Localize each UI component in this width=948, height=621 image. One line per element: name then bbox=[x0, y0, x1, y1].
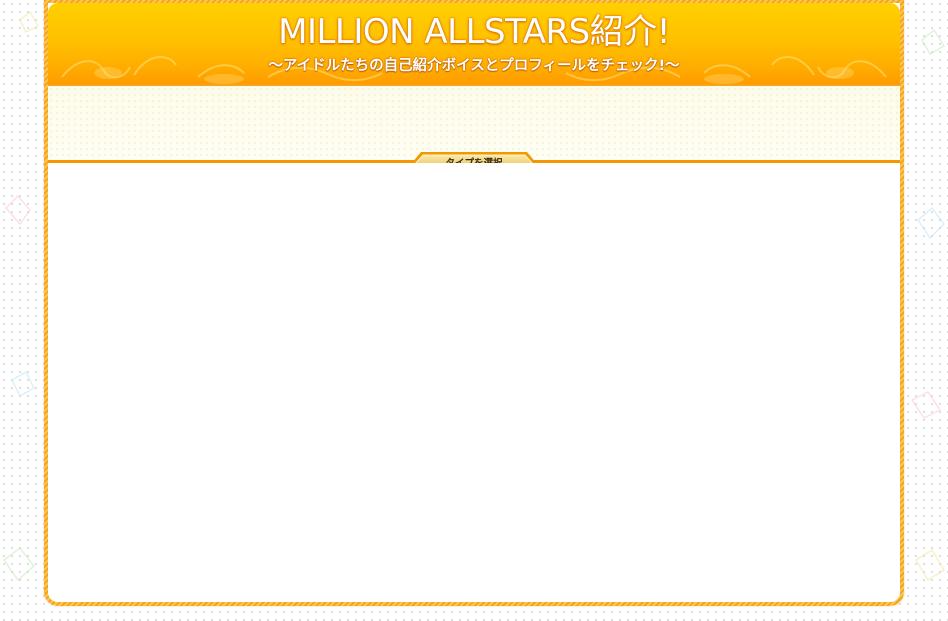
panel-body: MILLION ALLSTARS紹介! 〜アイドルたちの自己紹介ボイスとプロフィ… bbox=[48, 3, 900, 602]
allstars-panel: MILLION ALLSTARS紹介! 〜アイドルたちの自己紹介ボイスとプロフィ… bbox=[44, 0, 904, 606]
page-title: MILLION ALLSTARS紹介! bbox=[278, 12, 670, 52]
idol-list-area bbox=[48, 163, 900, 602]
panel-header: MILLION ALLSTARS紹介! 〜アイドルたちの自己紹介ボイスとプロフィ… bbox=[48, 3, 900, 84]
page-subtitle: 〜アイドルたちの自己紹介ボイスとプロフィールをチェック!〜 bbox=[268, 58, 680, 74]
